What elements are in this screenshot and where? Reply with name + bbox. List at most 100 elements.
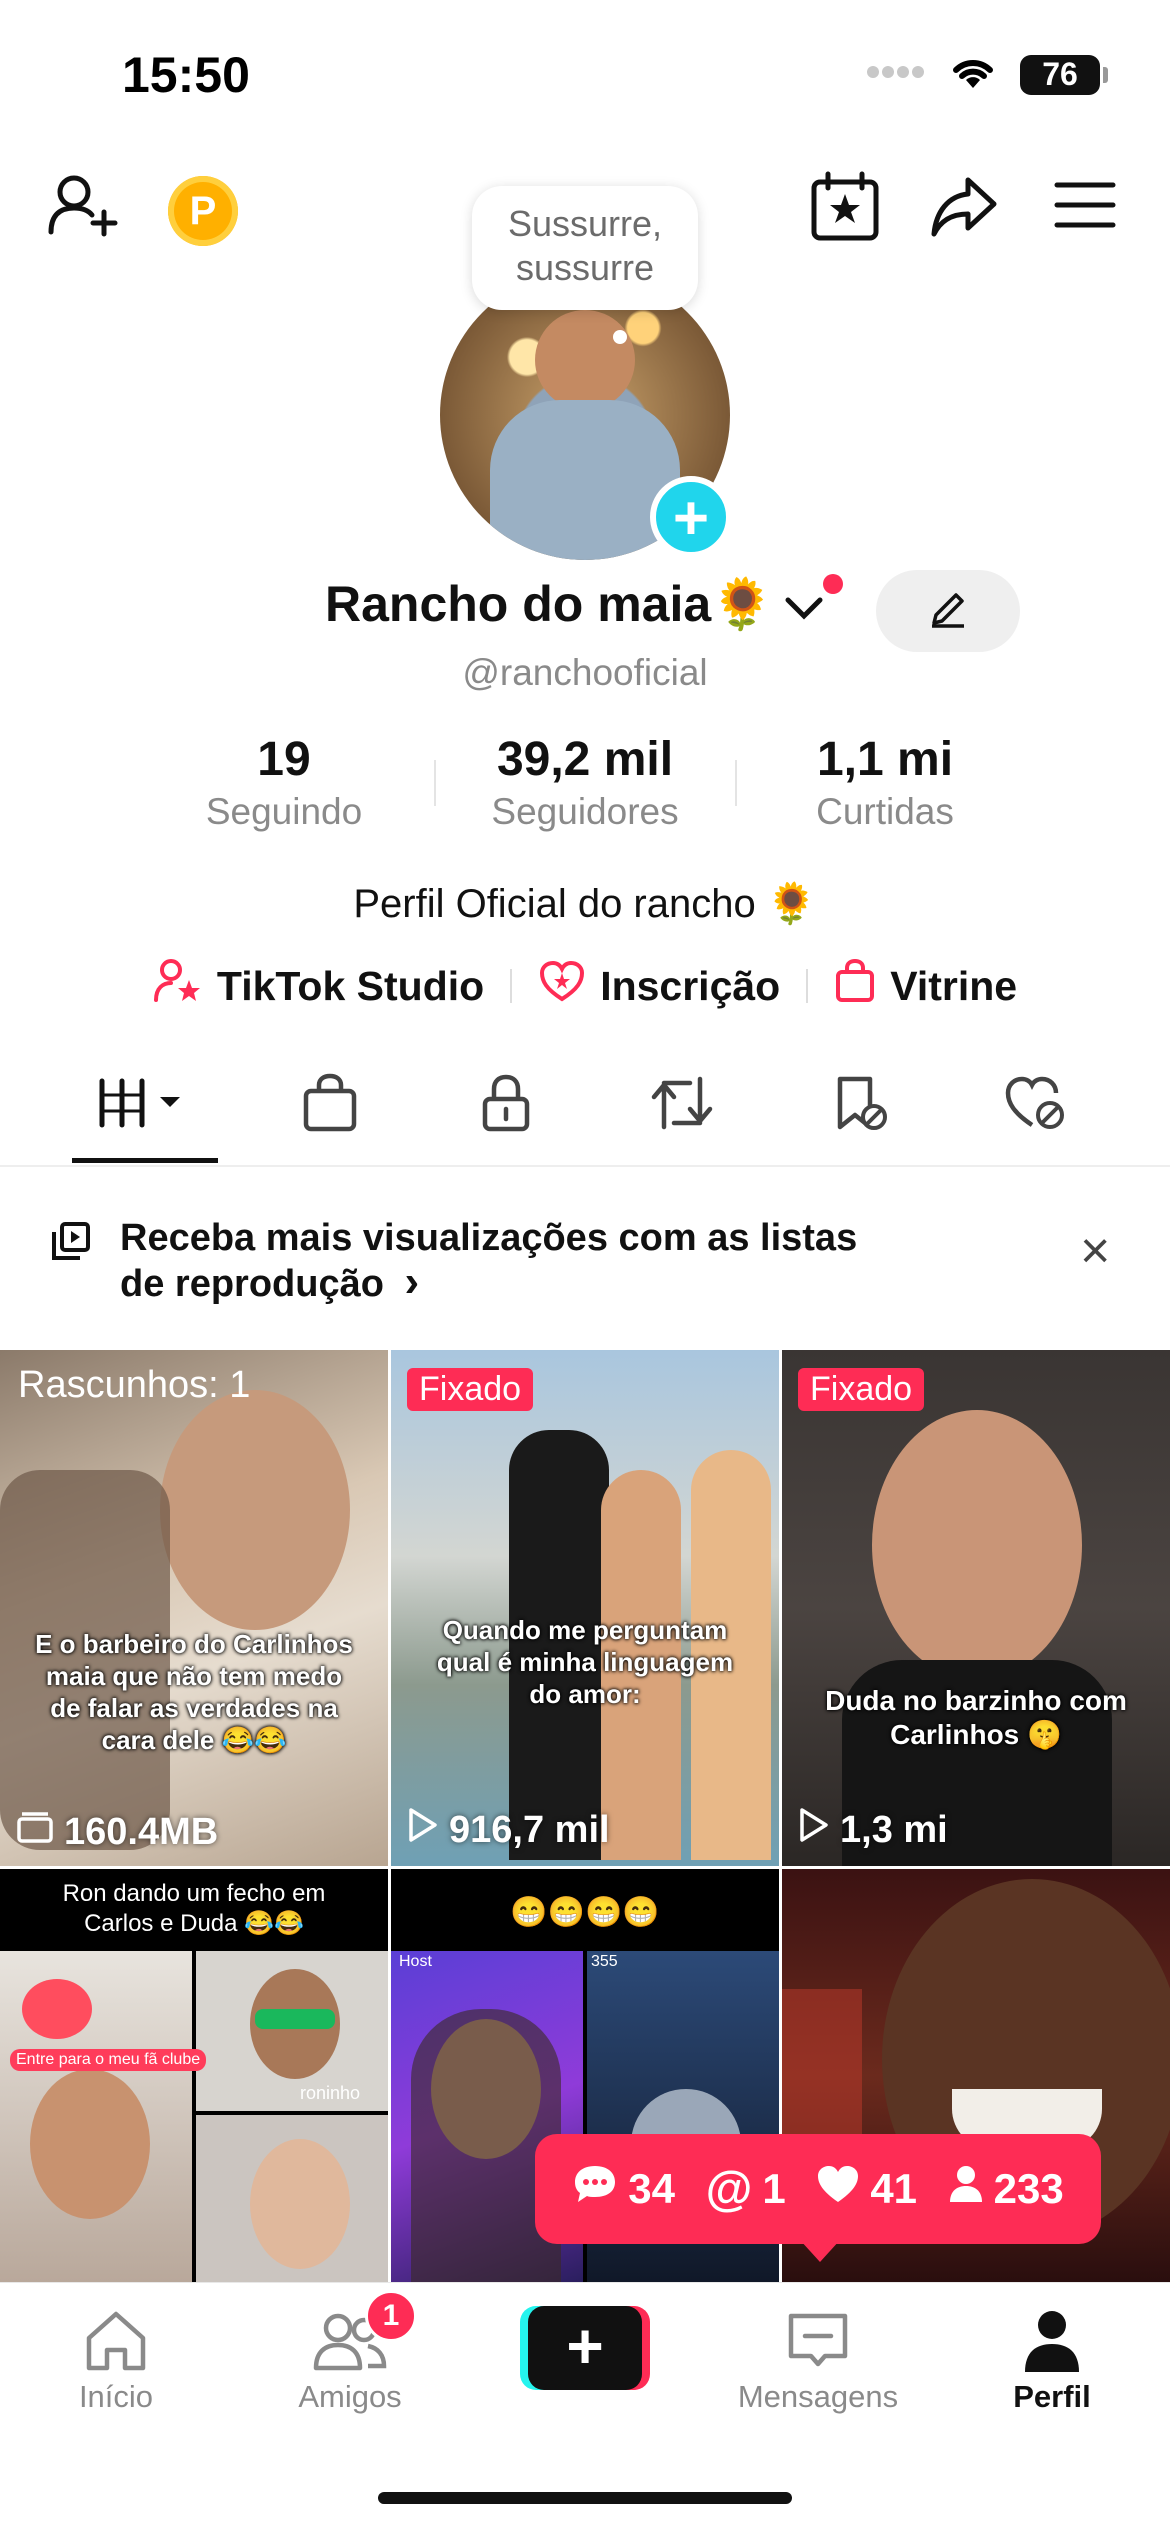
video-caption: Quando me perguntam qual é minha linguag… [436,1615,734,1709]
activity-notification[interactable]: 34 @ 1 41 233 [535,2134,1101,2244]
profile-name[interactable]: Rancho do maia🌻 [325,575,773,634]
pinned-badge: Fixado [798,1368,925,1411]
profile-stats: 19 Seguindo 39,2 mil Seguidores 1,1 mi C… [0,732,1170,842]
play-icon [407,1806,439,1854]
playlist-icon [50,1220,92,1267]
add-friend-icon[interactable] [46,168,120,247]
video-caption: E o barbeiro do Carlinhos maia que não t… [35,1629,353,1755]
home-icon [26,2303,206,2379]
stat-value: 19 [257,733,311,786]
plus-icon: + [528,2306,642,2390]
favorites-hidden-icon [830,1073,890,1138]
shopping-bag-icon [302,1073,358,1138]
stat-divider [434,760,436,806]
wifi-icon [948,52,998,97]
link-label: TikTok Studio [216,962,485,1009]
tiktok-studio-link[interactable]: TikTok Studio [153,958,484,1014]
video-count: 916,7 mil [407,1806,610,1854]
stat-value: 1,1 mi [816,733,954,786]
playlist-banner-text[interactable]: Receba mais visualizações com as listas … [120,1216,880,1306]
close-banner-button[interactable]: × [1080,1225,1110,1277]
tab-reposts[interactable] [622,1060,742,1150]
participant-name: roninho [300,2083,361,2103]
video-caption: Ron dando um fecho em Carlos e Duda 😂😂 [62,1880,326,1937]
tab-videos[interactable] [86,1060,206,1150]
video-caption: Duda no barzinho com Carlinhos 🤫 [825,1685,1127,1750]
count-text: 916,7 mil [449,1808,610,1851]
profile-bio: Perfil Oficial do rancho 🌻 [353,882,817,926]
link-divider [510,969,513,1003]
chevron-right-icon: › [404,1257,420,1306]
drafts-label: Rascunhos: 1 [18,1364,251,1406]
at-icon: @ [705,2162,753,2216]
followers-count-text: 233 [993,2165,1064,2212]
likes-count: 41 [816,2164,917,2214]
likes-count-text: 41 [870,2165,918,2212]
banner-text: Receba mais visualizações com as listas … [120,1217,858,1305]
active-tab-indicator [72,1158,218,1163]
showcase-link[interactable]: Vitrine [834,958,1017,1014]
status-icons: 76 [866,52,1108,97]
notification-pointer [800,2240,840,2262]
edit-profile-button[interactable] [876,570,1020,652]
video-thumbnail[interactable]: Rascunhos: 1 E o barbeiro do Carlinhos m… [0,1350,388,1866]
video-thumbnail[interactable]: Fixado Quando me perguntam qual é minha … [391,1350,779,1866]
nav-label: Perfil [1013,2379,1091,2414]
tab-shop[interactable] [270,1060,390,1150]
stat-followers[interactable]: 39,2 mil Seguidores [455,732,715,833]
nav-messages[interactable]: Mensagens [728,2303,908,2415]
comments-count: 34 [572,2163,675,2215]
profile-handle: @ranchooficial [462,652,708,693]
note-bubble[interactable]: Sussurre, sussurre [472,186,698,310]
menu-icon[interactable] [1054,180,1116,235]
nav-profile[interactable]: Perfil [962,2303,1142,2415]
pencil-icon [928,589,968,634]
heart-star-icon [538,959,586,1013]
viewer-count: 355 [591,1953,618,1970]
heart-icon [816,2164,860,2214]
coins-icon[interactable]: P [168,176,238,246]
stat-value: 39,2 mil [496,733,674,786]
mentions-count-text: 1 [762,2165,786,2212]
create-button[interactable]: + [520,2306,650,2390]
stat-label: Seguidores [491,791,679,832]
repost-icon [650,1073,714,1138]
profile-icon [962,2303,1142,2379]
content-tabs [0,1060,1170,1166]
stat-label: Curtidas [816,791,954,832]
nav-label: Amigos [298,2379,402,2414]
tab-liked[interactable] [976,1060,1096,1150]
video-thumbnail[interactable]: Ron dando um fecho em Carlos e Duda 😂😂 E… [0,1869,388,2282]
play-icon [798,1806,830,1854]
shopping-bag-icon [834,958,876,1014]
video-thumbnail[interactable]: Fixado Duda no barzinho com Carlinhos 🤫 … [782,1350,1170,1866]
stat-label: Seguindo [205,791,363,832]
home-indicator [378,2492,792,2504]
stat-likes[interactable]: 1,1 mi Curtidas [755,732,1015,833]
host-label: Host [399,1953,432,1970]
note-bubble-tail [613,330,627,344]
followers-count: 233 [948,2164,1064,2214]
liked-hidden-icon [1004,1073,1068,1138]
tab-favorites[interactable] [800,1060,920,1150]
link-label: Vitrine [890,962,1018,1009]
stat-following[interactable]: 19 Seguindo [154,732,414,833]
video-caption: 😁😁😁😁 [510,1896,660,1929]
chevron-down-icon[interactable] [784,596,824,627]
link-divider [806,969,809,1003]
count-text: 160.4MB [64,1810,219,1853]
nav-label: Mensagens [737,2379,899,2414]
subscription-link[interactable]: Inscrição [538,959,780,1013]
signal-icon [866,65,926,84]
status-time: 15:50 [122,47,250,103]
calendar-star-icon[interactable] [808,170,882,249]
messages-icon [728,2303,908,2379]
battery-indicator: 76 [1020,54,1108,95]
tab-private[interactable] [446,1060,566,1150]
add-story-button[interactable]: + [650,476,732,558]
nav-home[interactable]: Início [26,2303,206,2415]
drafts-icon [16,1810,54,1854]
person-icon [948,2164,984,2214]
share-icon[interactable] [928,172,1000,247]
videos-grid-icon [96,1075,196,1136]
